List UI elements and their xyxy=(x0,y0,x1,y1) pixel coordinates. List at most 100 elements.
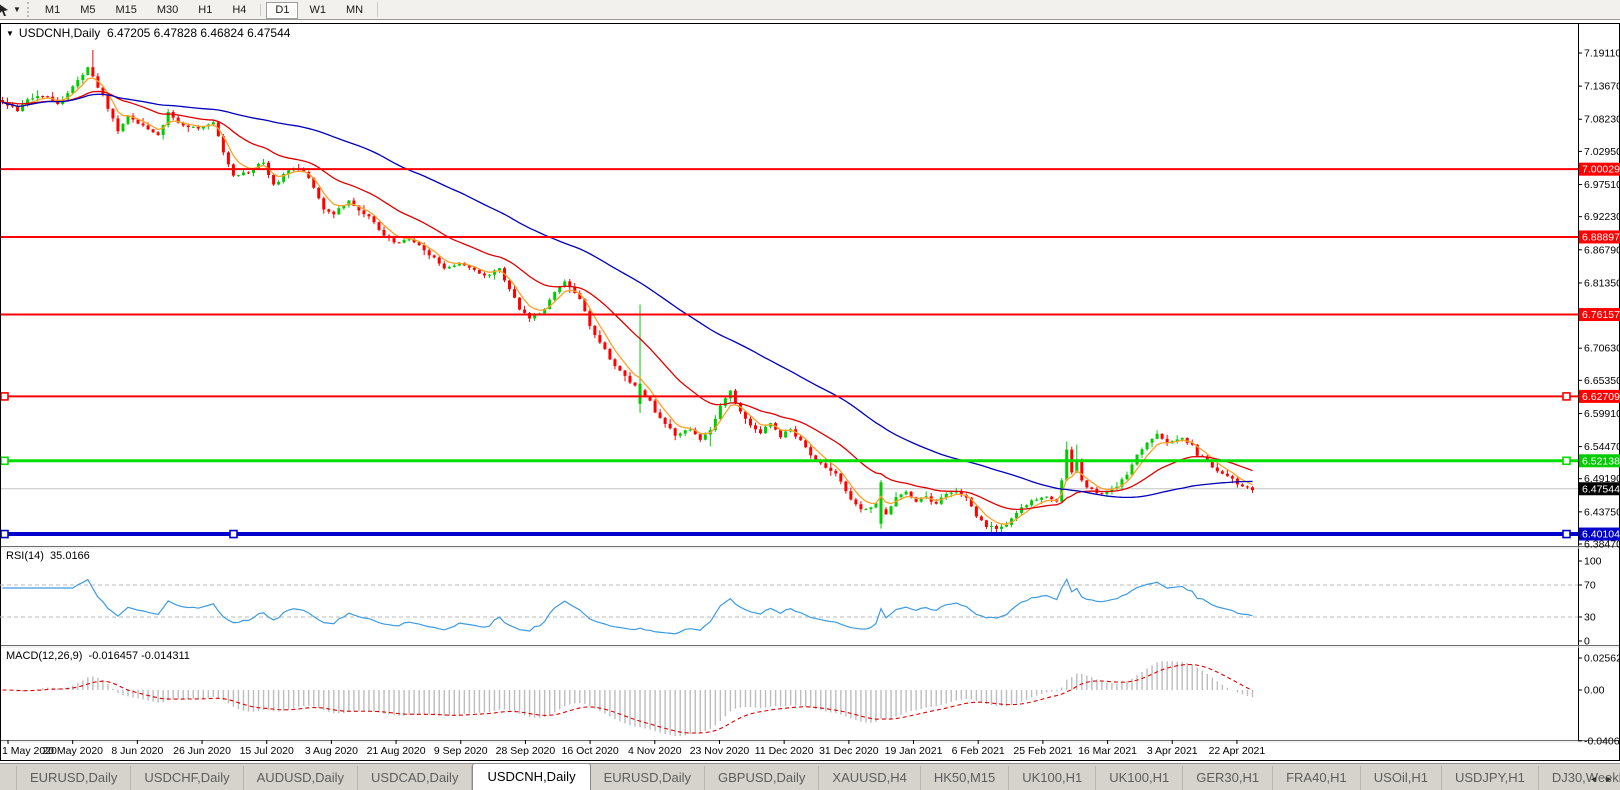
candle-body xyxy=(427,250,431,256)
tabs-scroll-left-icon[interactable]: ◄ xyxy=(1587,773,1602,785)
candle-body xyxy=(1085,480,1089,488)
chart-collapse-icon[interactable]: ▼ xyxy=(6,29,14,38)
candle-body xyxy=(799,436,803,441)
candle-body xyxy=(246,172,250,174)
candle-body xyxy=(322,198,326,210)
y-axis-tick-label: 6.70630 xyxy=(1584,343,1620,355)
chart-tab-usdchf-daily[interactable]: USDCHF,Daily xyxy=(131,766,244,790)
candle-body xyxy=(141,123,145,126)
candle-body xyxy=(447,266,451,269)
candle-body xyxy=(989,526,993,528)
price-label-chip-text: 6.62709 xyxy=(1582,391,1620,403)
x-axis-tick-label: 4 Nov 2020 xyxy=(628,745,682,757)
candle-body xyxy=(1215,467,1219,472)
candle-body xyxy=(482,273,486,276)
chart-tab-uk100-h1[interactable]: UK100,H1 xyxy=(1096,766,1184,790)
candle-body xyxy=(623,370,627,376)
candle-body xyxy=(618,366,622,371)
candle-body xyxy=(106,95,110,109)
candle-body xyxy=(869,507,873,510)
candle-body xyxy=(277,181,281,185)
candle-body xyxy=(121,123,125,132)
tabs-scroll-right-icon[interactable]: ► xyxy=(1602,773,1617,785)
y-axis-tick-label: 7.13670 xyxy=(1584,81,1620,93)
candle-body xyxy=(949,492,953,494)
candle-body xyxy=(979,516,983,521)
candle-body xyxy=(974,506,978,517)
candle-body xyxy=(1090,487,1094,490)
candle-body xyxy=(442,263,446,269)
chart-tab-fra40-h1[interactable]: FRA40,H1 xyxy=(1273,766,1361,790)
candle-body xyxy=(603,342,607,350)
chart-tab-hk50-m15[interactable]: HK50,M15 xyxy=(921,766,1010,790)
chart-tab-eurusd-daily[interactable]: EURUSD,Daily xyxy=(16,766,132,790)
candle-body xyxy=(824,463,828,468)
candle-body xyxy=(1245,486,1249,488)
candle-body xyxy=(663,417,667,424)
candle-body xyxy=(834,470,838,474)
chart-tab-eurusd-daily[interactable]: EURUSD,Daily xyxy=(591,766,705,790)
tab-scroll-arrows: ◄ ► xyxy=(1587,774,1617,784)
x-axis-tick-label: 16 Oct 2020 xyxy=(562,745,619,757)
chart-tab-audusd-daily[interactable]: AUDUSD,Daily xyxy=(244,766,359,790)
y-axis-tick-label: 6.81350 xyxy=(1584,277,1620,289)
candle-body xyxy=(1005,524,1008,527)
x-axis-tick-label: 3 Apr 2021 xyxy=(1147,745,1198,757)
x-axis-tick-label: 26 Jun 2020 xyxy=(173,745,231,757)
chart-tab-usoil-h1[interactable]: USOil,H1 xyxy=(1361,766,1442,790)
chart-tab-usdcnh-daily[interactable]: USDCNH,Daily xyxy=(472,763,591,790)
macd-axis-label: 0.025623 xyxy=(1584,652,1620,664)
candle-body xyxy=(829,467,833,471)
candle-body xyxy=(196,126,200,129)
hline-anchor[interactable] xyxy=(1562,392,1571,401)
x-axis-tick-label: 21 Aug 2020 xyxy=(367,745,426,757)
chart-tab-gbpusd-daily[interactable]: GBPUSD,Daily xyxy=(705,766,820,790)
candle-body xyxy=(41,96,45,98)
chart-canvas[interactable]: 7.19110 7.13670 7.08230 7.02950 6.97510 6.922… xyxy=(0,0,1620,790)
candle-body xyxy=(397,242,401,244)
x-axis-tick-label: 16 Mar 2021 xyxy=(1078,745,1137,757)
candle-body xyxy=(487,274,491,276)
candle-body xyxy=(844,481,848,492)
candle-body xyxy=(382,229,386,236)
candle-body xyxy=(1240,484,1244,487)
candle-body xyxy=(748,418,752,426)
candle-body xyxy=(31,98,35,100)
macd-pane xyxy=(2,661,1254,737)
candle-body xyxy=(718,405,722,419)
price-label-chip-text: 7.00029 xyxy=(1582,164,1620,176)
candle-body xyxy=(76,80,80,87)
chart-tab-xauusd-h4[interactable]: XAUUSD,H4 xyxy=(819,766,921,790)
hline-anchor[interactable] xyxy=(229,529,238,539)
hline-anchor[interactable] xyxy=(0,392,9,401)
macd-axis-label: 0.00 xyxy=(1584,685,1605,697)
macd-signal-line xyxy=(2,663,1253,734)
candle-body xyxy=(779,429,783,438)
y-axis-tick-label: 6.86790 xyxy=(1584,244,1620,256)
hline-anchor[interactable] xyxy=(1562,456,1571,466)
candle-body xyxy=(111,108,115,119)
candle-body xyxy=(86,67,90,75)
candle-body xyxy=(864,509,868,511)
chart-tab-usdjpy-h1[interactable]: USDJPY,H1 xyxy=(1442,766,1539,790)
chart-tab-usdcad-daily[interactable]: USDCAD,Daily xyxy=(358,766,473,790)
chart-tab-uk100-h1[interactable]: UK100,H1 xyxy=(1009,766,1097,790)
macd-indicator-label: MACD(12,26,9) -0.016457 -0.014311 xyxy=(6,650,190,662)
hline-anchor[interactable] xyxy=(1562,529,1571,539)
macd-name: MACD(12,26,9) xyxy=(6,650,83,662)
candle-body xyxy=(1020,507,1024,513)
y-axis-tick-label: 6.43750 xyxy=(1584,506,1620,518)
candle-body xyxy=(1080,459,1084,481)
chart-tab-ger30-h1[interactable]: GER30,H1 xyxy=(1183,766,1274,790)
candle-body xyxy=(839,473,843,482)
candle-body xyxy=(804,440,808,448)
candle-body xyxy=(1040,497,1044,500)
hline-anchor[interactable] xyxy=(0,456,9,466)
candle-body xyxy=(638,383,642,404)
candle-body xyxy=(372,216,376,223)
candle-body xyxy=(994,526,998,529)
hline-anchor[interactable] xyxy=(0,529,9,539)
candle-body xyxy=(553,292,557,300)
candle-body xyxy=(809,447,813,456)
candle-body xyxy=(151,129,155,133)
